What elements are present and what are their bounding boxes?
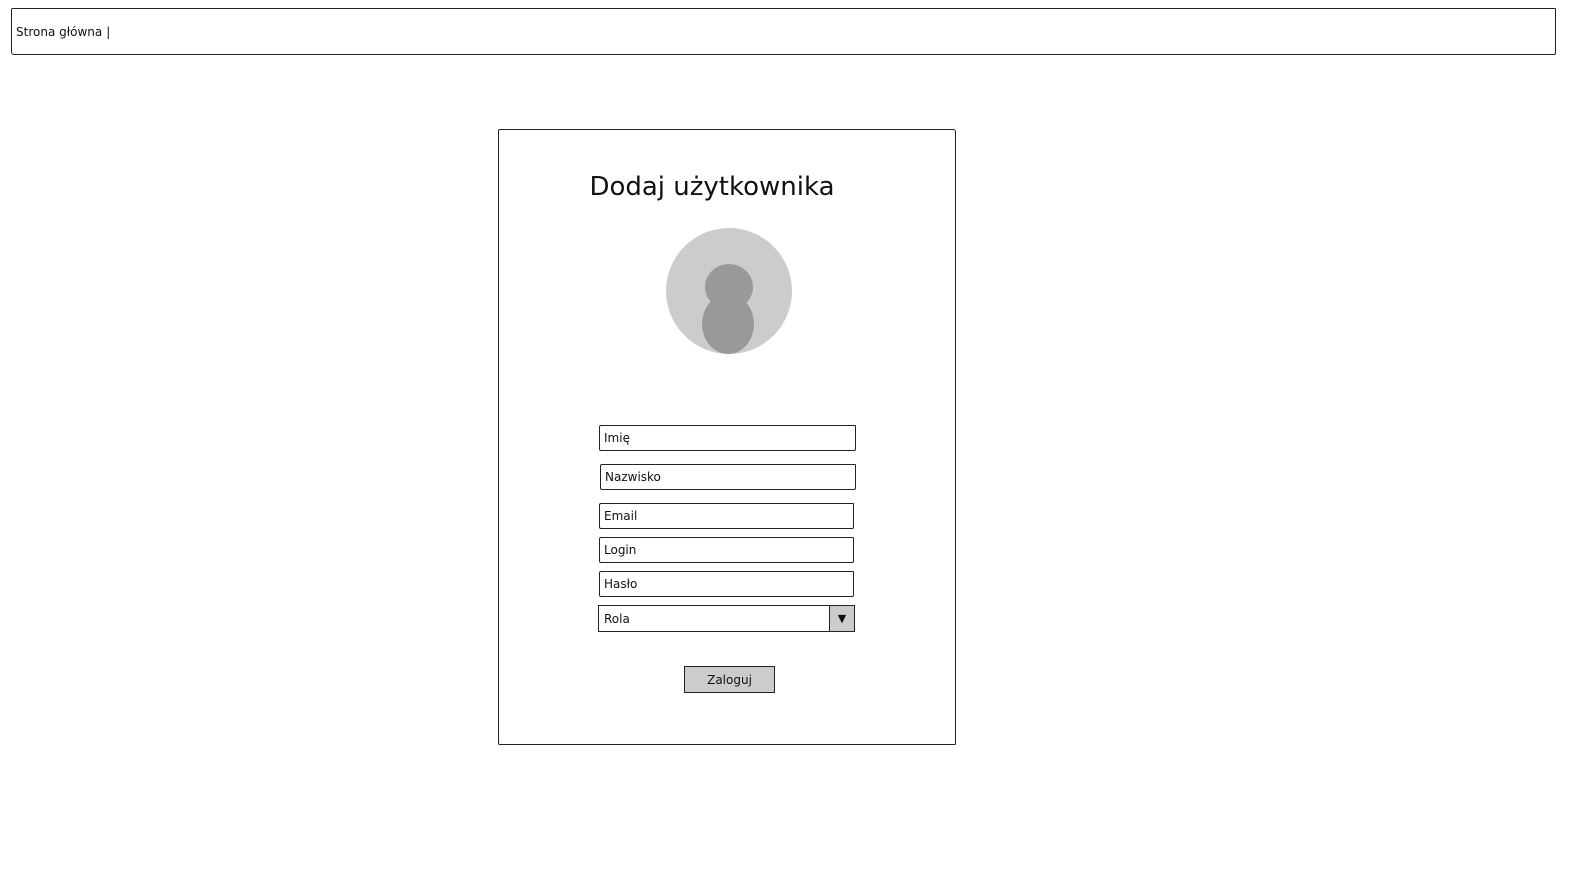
chevron-down-icon[interactable]: ▼ <box>829 606 854 631</box>
user-placeholder-icon <box>666 228 792 354</box>
role-select-value: Rola <box>604 611 630 626</box>
avatar-body <box>702 294 754 354</box>
first-name-field[interactable] <box>599 425 856 451</box>
role-select[interactable]: Rola ▼ <box>598 605 855 632</box>
submit-button[interactable]: Zaloguj <box>684 666 775 693</box>
login-field[interactable] <box>599 537 854 563</box>
last-name-field[interactable] <box>600 464 856 490</box>
top-navigation-bar: Strona główna | <box>11 8 1556 55</box>
password-field[interactable] <box>599 571 854 597</box>
email-field[interactable] <box>599 503 854 529</box>
home-link[interactable]: Strona główna <box>16 25 102 39</box>
nav-separator: | <box>106 24 111 39</box>
form-title: Dodaj użytkownika <box>589 172 835 202</box>
add-user-form-card: Dodaj użytkownika Rola ▼ Zaloguj <box>498 129 956 745</box>
